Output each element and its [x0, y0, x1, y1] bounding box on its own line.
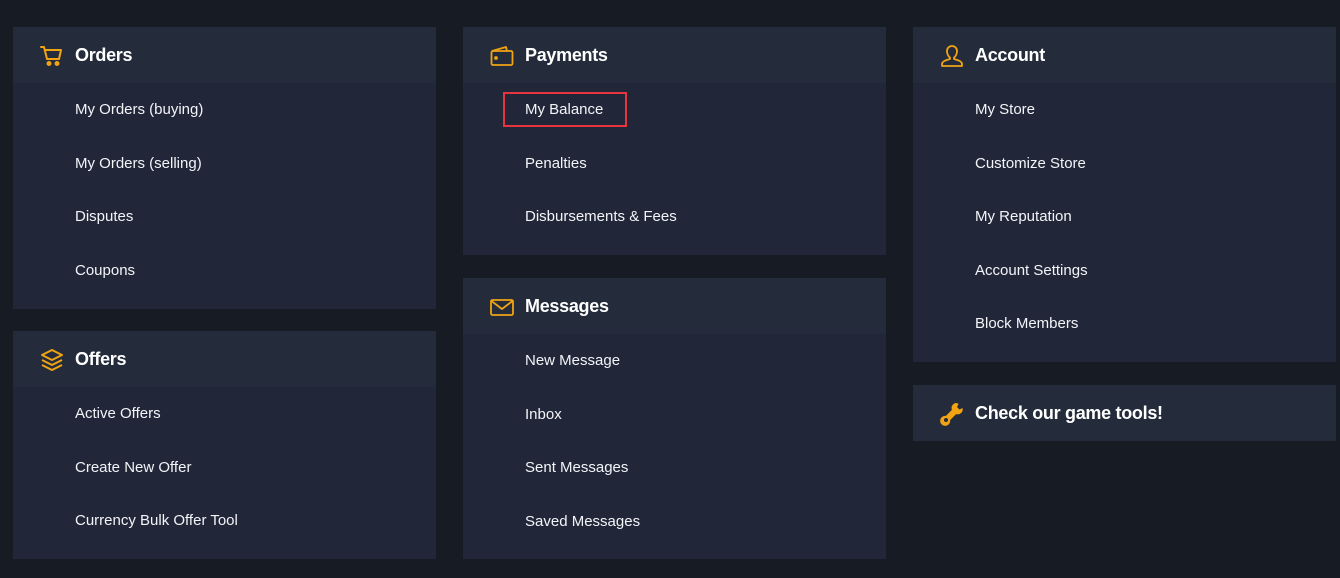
offers-title: Offers	[75, 348, 127, 369]
offers-item-active-offers[interactable]: Active Offers	[13, 387, 436, 441]
payments-header: Payments	[463, 27, 886, 83]
messages-item-saved-messages[interactable]: Saved Messages	[463, 495, 886, 549]
orders-item-my-orders-buying[interactable]: My Orders (buying)	[13, 83, 436, 137]
messages-header: Messages	[463, 278, 886, 334]
game-tools-card[interactable]: Check our game tools!	[913, 385, 1336, 441]
messages-item-sent-messages[interactable]: Sent Messages	[463, 441, 886, 495]
payments-title: Payments	[525, 44, 608, 65]
payments-item-disbursements-fees[interactable]: Disbursements & Fees	[463, 190, 886, 244]
account-title: Account	[975, 44, 1045, 65]
messages-item-new-message[interactable]: New Message	[463, 334, 886, 388]
account-item-my-store[interactable]: My Store	[913, 83, 1336, 137]
account-card: Account My Store Customize Store My Repu…	[913, 27, 1336, 362]
cart-icon	[39, 43, 65, 69]
payments-card: Payments My Balance Penalties Disburseme…	[463, 27, 886, 255]
layers-icon	[39, 347, 65, 373]
menu-item-label[interactable]: Block Members	[975, 315, 1078, 332]
game-tools-title[interactable]: Check our game tools!	[975, 403, 1163, 424]
menu-item-label[interactable]: My Store	[975, 101, 1035, 118]
offers-item-currency-bulk-offer-tool[interactable]: Currency Bulk Offer Tool	[13, 494, 436, 548]
offers-item-create-new-offer[interactable]: Create New Offer	[13, 441, 436, 495]
messages-card: Messages New Message Inbox Sent Messages…	[463, 278, 886, 559]
menu-item-label[interactable]: Saved Messages	[525, 513, 640, 530]
orders-item-disputes[interactable]: Disputes	[13, 190, 436, 244]
account-item-customize-store[interactable]: Customize Store	[913, 137, 1336, 191]
menu-item-label[interactable]: Create New Offer	[75, 459, 191, 476]
menu-item-label[interactable]: Coupons	[75, 262, 135, 279]
game-tools-header[interactable]: Check our game tools!	[913, 385, 1336, 441]
wrench-icon	[939, 401, 965, 427]
account-item-block-members[interactable]: Block Members	[913, 297, 1336, 351]
account-item-account-settings[interactable]: Account Settings	[913, 244, 1336, 298]
menu-item-label[interactable]: Penalties	[525, 155, 587, 172]
messages-title: Messages	[525, 295, 609, 316]
account-item-my-reputation[interactable]: My Reputation	[913, 190, 1336, 244]
account-header: Account	[913, 27, 1336, 83]
menu-item-label[interactable]: My Balance	[502, 92, 628, 128]
menu-item-label[interactable]: Sent Messages	[525, 459, 628, 476]
wallet-icon	[489, 43, 515, 69]
menu-item-label[interactable]: Disbursements & Fees	[525, 208, 677, 225]
menu-item-label[interactable]: New Message	[525, 352, 620, 369]
menu-item-label[interactable]: Account Settings	[975, 262, 1088, 279]
offers-header: Offers	[13, 331, 436, 387]
menu-item-label[interactable]: Currency Bulk Offer Tool	[75, 512, 238, 529]
orders-title: Orders	[75, 44, 133, 65]
user-icon	[939, 43, 965, 69]
messages-item-inbox[interactable]: Inbox	[463, 388, 886, 442]
orders-item-my-orders-selling[interactable]: My Orders (selling)	[13, 137, 436, 191]
menu-item-label[interactable]: Disputes	[75, 208, 133, 225]
orders-item-coupons[interactable]: Coupons	[13, 244, 436, 298]
payments-item-my-balance[interactable]: My Balance	[463, 83, 886, 137]
menu-item-label[interactable]: My Orders (buying)	[75, 101, 203, 118]
envelope-icon	[489, 294, 515, 320]
orders-header: Orders	[13, 27, 436, 83]
menu-item-label[interactable]: Active Offers	[75, 405, 161, 422]
orders-card: Orders My Orders (buying) My Orders (sel…	[13, 27, 436, 309]
menu-item-label[interactable]: My Orders (selling)	[75, 155, 202, 172]
offers-card: Offers Active Offers Create New Offer Cu…	[13, 331, 436, 559]
menu-item-label[interactable]: My Reputation	[975, 208, 1072, 225]
menu-item-label[interactable]: Inbox	[525, 406, 562, 423]
payments-item-penalties[interactable]: Penalties	[463, 137, 886, 191]
menu-item-label[interactable]: Customize Store	[975, 155, 1086, 172]
